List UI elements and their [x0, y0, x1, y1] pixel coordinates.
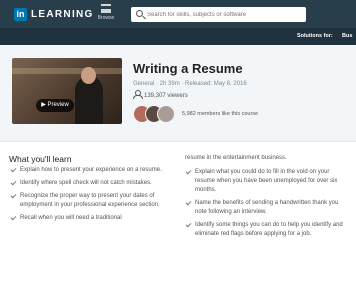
what-youll-learn-heading: What you'll learn [9, 154, 72, 164]
browse-label: Browse [97, 15, 115, 21]
search-icon[interactable] [136, 10, 143, 17]
linkedin-logo-icon[interactable]: in [14, 8, 27, 21]
member-avatars[interactable] [133, 105, 181, 125]
learn-item: Recall when you will need a traditional [10, 214, 170, 223]
preview-button[interactable]: ▶ Preview [36, 99, 74, 112]
avatar[interactable] [157, 105, 175, 123]
check-icon [185, 199, 192, 206]
viewers-text: 139,307 viewers [144, 93, 188, 99]
check-icon [10, 179, 17, 186]
learn-item-text: Recognize the proper way to present your… [20, 193, 160, 208]
instructor-head [81, 67, 96, 84]
check-icon [185, 168, 192, 175]
person-icon [133, 90, 143, 99]
top-navigation-bar: in LEARNING Browse [0, 0, 356, 28]
business-link[interactable]: Bus [342, 33, 352, 39]
learn-item-text: Explain what you could do to fill in the… [195, 169, 338, 193]
learn-item: Explain what you could do to fill in the… [185, 168, 350, 195]
secondary-bar: Solutions for: Bus [0, 28, 356, 45]
search-bar[interactable] [131, 7, 306, 22]
learn-item: Explain how to present your experience o… [10, 166, 170, 175]
course-meta: General · 2h 39m · Released: May 8, 2016 [133, 81, 247, 87]
browse-grid-icon [101, 4, 111, 13]
learn-list-left: Explain how to present your experience o… [10, 166, 170, 227]
search-input[interactable] [147, 7, 302, 22]
learning-logo-text[interactable]: LEARNING [31, 9, 94, 20]
learn-item: Recognize the proper way to present your… [10, 192, 170, 210]
check-icon [185, 221, 192, 228]
viewers-count: 139,307 viewers [133, 90, 188, 99]
learn-list-right: resume in the entertainment business. Ex… [185, 154, 350, 243]
learn-item-continuation: resume in the entertainment business. [185, 155, 287, 161]
preview-label: Preview [47, 102, 69, 108]
learn-item: Identify where spell check will not catc… [10, 179, 170, 188]
learn-item-text: Explain how to present your experience o… [20, 167, 162, 173]
course-title: Writing a Resume [133, 61, 243, 76]
learn-item-text: Recall when you will need a traditional [20, 215, 122, 221]
learn-item-text: Identify some things you can do to help … [195, 222, 343, 237]
learn-item: Name the benefits of sending a handwritt… [185, 199, 350, 217]
check-icon [10, 166, 17, 173]
solutions-for-label: Solutions for: [297, 33, 333, 39]
check-icon [10, 214, 17, 221]
thumbnail-background-shelf [12, 68, 122, 74]
learn-item-text: Identify where spell check will not catc… [20, 180, 152, 186]
course-thumbnail[interactable]: ▶ Preview [12, 58, 122, 124]
course-hero: ▶ Preview Writing a Resume General · 2h … [0, 45, 356, 142]
learn-item: Identify some things you can do to help … [185, 221, 350, 239]
check-icon [10, 192, 17, 199]
browse-menu-button[interactable]: Browse [92, 4, 120, 26]
learn-item-text: Name the benefits of sending a handwritt… [195, 200, 339, 215]
members-like-text[interactable]: 5,982 members like this course [182, 111, 258, 117]
